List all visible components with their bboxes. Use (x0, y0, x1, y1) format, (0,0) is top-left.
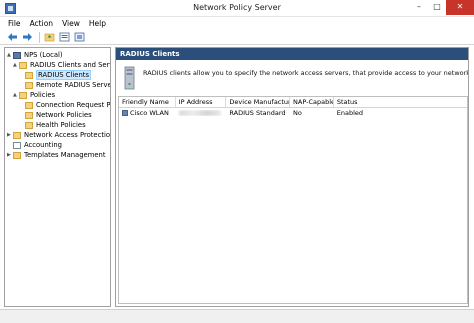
pane-description: RADIUS clients allow you to specify the … (143, 69, 469, 77)
tree-item-label: Remote RADIUS Server (36, 81, 111, 89)
title-bar: Network Policy Server – □ ✕ (0, 0, 474, 17)
tree-item-health-policies[interactable]: Health Policies (25, 120, 86, 130)
tree-item-label: Network Access Protection (24, 131, 111, 139)
close-button[interactable]: ✕ (446, 0, 474, 15)
tree-item-nps-local[interactable]: ▲ NPS (Local) (7, 50, 63, 60)
collapse-arrow-icon[interactable]: ▲ (7, 52, 12, 58)
tree-item-network-policies[interactable]: Network Policies (25, 110, 92, 120)
clients-list: Friendly Name IP Address Device Manufact… (118, 96, 468, 304)
tree-item-label: NPS (Local) (24, 51, 63, 59)
tree-item-templates-management[interactable]: ▶ Templates Management (7, 150, 106, 160)
tree-item-accounting[interactable]: Accounting (13, 140, 62, 150)
friendly-name-value: Cisco WLAN (130, 109, 169, 117)
tree-item-connection-request-policies[interactable]: Connection Request Po (25, 100, 111, 110)
tree-item-remote-radius-server[interactable]: Remote RADIUS Server (25, 80, 111, 90)
menu-action[interactable]: Action (30, 17, 54, 30)
back-arrow-icon[interactable] (6, 31, 18, 43)
table-row[interactable]: Cisco WLAN RADIUS Standard No Enabled (119, 108, 467, 118)
tree-item-label: Health Policies (36, 121, 86, 129)
status-bar (0, 309, 474, 323)
folder-icon (19, 91, 27, 99)
tree-item-label: Network Policies (36, 111, 92, 119)
cell-ip-address (176, 110, 227, 116)
expand-arrow-icon[interactable]: ▶ (7, 152, 12, 158)
maximize-button[interactable]: □ (428, 0, 446, 15)
tree-item-label: Connection Request Po (36, 101, 111, 109)
server-tower-icon (124, 66, 135, 90)
tree-item-label: RADIUS Clients (36, 70, 92, 80)
column-ip-address[interactable]: IP Address (176, 97, 227, 107)
folder-icon (25, 111, 33, 119)
column-friendly-name[interactable]: Friendly Name (119, 97, 176, 107)
folder-icon (13, 131, 21, 139)
menu-view[interactable]: View (62, 17, 80, 30)
cell-friendly-name: Cisco WLAN (119, 108, 176, 118)
folder-icon (19, 61, 27, 69)
folder-icon (25, 121, 33, 129)
details-pane: RADIUS Clients RADIUS clients allow you … (115, 47, 469, 307)
console-tree: ▲ NPS (Local) ▲ RADIUS Clients and Serve… (4, 47, 111, 307)
tree-item-label: RADIUS Clients and Servers (30, 61, 110, 69)
tree-item-label: Accounting (24, 141, 62, 149)
toolbar-separator (39, 31, 40, 43)
cell-nap-capable: No (293, 109, 302, 117)
help-icon[interactable] (73, 31, 85, 43)
column-nap-capable[interactable]: NAP-Capable (290, 97, 334, 107)
tree-item-label: Policies (30, 91, 56, 99)
column-status[interactable]: Status (334, 97, 467, 107)
tree-item-radius-clients-and-servers[interactable]: ▲ RADIUS Clients and Servers (13, 60, 110, 70)
minimize-button[interactable]: – (410, 0, 428, 15)
column-device-manufacturer[interactable]: Device Manufacturer (226, 97, 291, 107)
properties-icon[interactable] (58, 31, 70, 43)
menu-bar: File Action View Help (0, 17, 474, 30)
document-icon (13, 141, 21, 149)
collapse-arrow-icon[interactable]: ▲ (13, 62, 18, 68)
window-title: Network Policy Server (193, 3, 281, 12)
folder-icon (25, 81, 33, 89)
client-icon (122, 110, 128, 116)
folder-icon (25, 71, 33, 79)
tree-item-radius-clients[interactable]: RADIUS Clients (25, 70, 92, 80)
window-controls: – □ ✕ (410, 0, 474, 15)
folder-icon (25, 101, 33, 109)
expand-arrow-icon[interactable]: ▶ (7, 132, 12, 138)
tree-item-network-access-protection[interactable]: ▶ Network Access Protection (7, 130, 111, 140)
cell-device-manufacturer: RADIUS Standard (229, 109, 286, 117)
pane-header: RADIUS Clients (116, 48, 468, 60)
toolbar (0, 30, 474, 45)
server-icon (13, 51, 21, 59)
folder-up-icon[interactable] (43, 31, 55, 43)
redacted-ip-address (178, 110, 221, 116)
menu-help[interactable]: Help (89, 17, 106, 30)
tree-item-policies[interactable]: ▲ Policies (13, 90, 55, 100)
forward-arrow-icon[interactable] (21, 31, 33, 43)
description-box: RADIUS clients allow you to specify the … (116, 60, 468, 94)
tree-item-label: Templates Management (24, 151, 106, 159)
folder-icon (13, 151, 21, 159)
menu-file[interactable]: File (8, 17, 21, 30)
list-header: Friendly Name IP Address Device Manufact… (119, 97, 467, 108)
cell-status: Enabled (336, 109, 364, 117)
collapse-arrow-icon[interactable]: ▲ (13, 92, 18, 98)
